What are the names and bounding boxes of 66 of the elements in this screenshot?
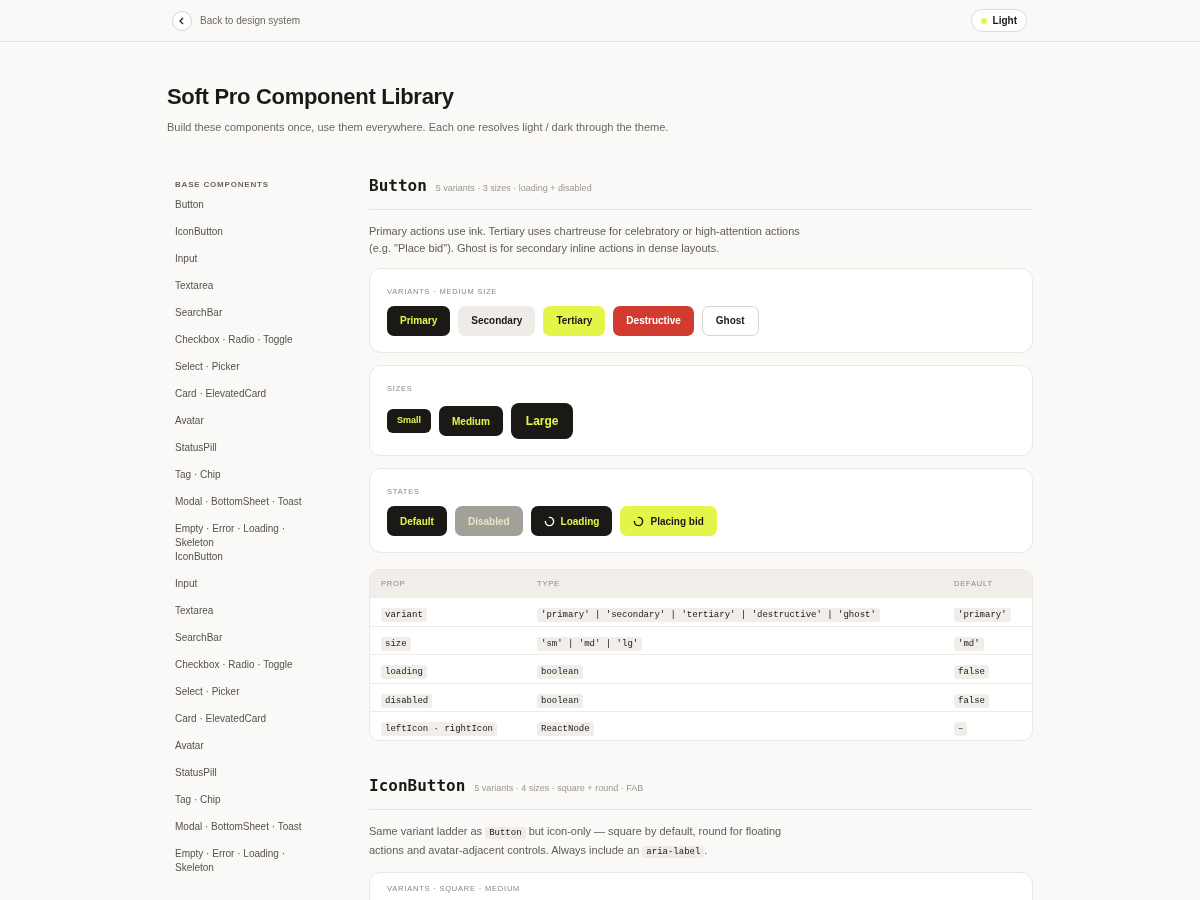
sidebar-item[interactable]: Checkbox · Radio · Toggle	[175, 657, 293, 672]
table-cell: size	[381, 636, 411, 651]
page-title: Soft Pro Component Library	[167, 83, 455, 111]
sidebar-item[interactable]: IconButton	[175, 549, 223, 564]
sidebar-item[interactable]: Modal · BottomSheet · Toast	[175, 819, 302, 834]
table-cell: –	[954, 722, 968, 736]
sidebar-item[interactable]: SearchBar	[175, 630, 223, 645]
button[interactable]: Placing bid	[620, 506, 717, 537]
table-cell: loading	[381, 665, 427, 679]
button[interactable]: Tertiary	[543, 305, 606, 336]
sidebar-item[interactable]: Select · Picker	[175, 684, 240, 699]
spinner-icon	[633, 515, 645, 527]
table-cell: boolean	[537, 665, 583, 679]
sidebar-item[interactable]: Input	[175, 251, 198, 266]
button[interactable]: Loading	[530, 506, 613, 537]
section-meta: 5 variants · 4 sizes · square + round · FAB	[474, 781, 644, 795]
section-description: Same variant ladder as Button but icon-only — square by default, round for floating actions and avatar-adjacent controls. Always include an aria-label .	[369, 823, 783, 860]
button[interactable]: Medium	[439, 406, 503, 436]
table-cell: 'md'	[954, 636, 984, 651]
sidebar-item[interactable]: Tag · Chip	[175, 467, 221, 482]
sidebar-item[interactable]: Modal · BottomSheet · Toast	[175, 494, 302, 509]
sidebar-item[interactable]: Tag · Chip	[175, 792, 221, 807]
back-button[interactable]	[172, 10, 192, 31]
sidebar-item[interactable]: Card · ElevatedCard	[175, 386, 267, 401]
section-title: Button	[369, 174, 427, 197]
sidebar-item[interactable]: Checkbox · Radio · Toggle	[175, 332, 293, 347]
sidebar-item[interactable]: Input	[175, 576, 198, 591]
sidebar-item[interactable]: Card · ElevatedCard	[175, 711, 267, 726]
button[interactable]: Destructive	[613, 305, 694, 336]
button[interactable]: Secondary	[458, 305, 536, 336]
sidebar-item[interactable]: Empty · Error · Loading · Skeleton	[175, 521, 305, 550]
table-cell: 'primary'	[954, 608, 1011, 622]
sidebar-item[interactable]: Empty · Error · Loading · Skeleton	[175, 846, 305, 875]
section-description: Primary actions use ink. Tertiary uses chartreuse for celebratory or high-attention actions (e.g. "Place bid"). Ghost is for secondary inline actions in dense layouts.	[369, 223, 801, 256]
back-link[interactable]: Back to design system	[200, 13, 301, 28]
button[interactable]: Primary	[387, 305, 451, 336]
table-cell: false	[954, 665, 989, 679]
table-cell: 'primary' | 'secondary' | 'tertiary' | 'destructive' | 'ghost'	[537, 608, 880, 622]
sidebar-item[interactable]: StatusPill	[175, 765, 217, 780]
sidebar-item[interactable]: Avatar	[175, 738, 204, 753]
table-cell: false	[954, 693, 989, 708]
button[interactable]: Small	[387, 409, 431, 433]
sidebar-item[interactable]: Textarea	[175, 603, 214, 618]
page-subtitle: Build these components once, use them everywhere. Each one resolves light / dark through the theme.	[167, 120, 670, 135]
table-cell: disabled	[381, 693, 433, 708]
table-cell: ReactNode	[537, 722, 594, 736]
spinner-icon	[543, 515, 555, 527]
theme-toggle[interactable]: Light	[970, 9, 1027, 32]
sidebar-heading: BASE COMPONENTS	[175, 178, 270, 191]
sidebar-item[interactable]: Textarea	[175, 278, 214, 293]
button[interactable]: Large	[510, 403, 574, 439]
button[interactable]: Ghost	[701, 305, 759, 336]
sidebar-item[interactable]: SearchBar	[175, 305, 223, 320]
sidebar-item[interactable]: Button	[175, 197, 204, 212]
chevron-left-icon	[178, 16, 186, 25]
section-title: IconButton	[369, 774, 466, 797]
sidebar-item[interactable]: Select · Picker	[175, 359, 240, 374]
sidebar-item[interactable]: StatusPill	[175, 440, 217, 455]
table-cell: boolean	[537, 693, 583, 708]
table-cell: 'sm' | 'md' | 'lg'	[537, 636, 643, 651]
button[interactable]: Default	[387, 506, 447, 537]
table-cell: variant	[381, 608, 427, 622]
sidebar-item[interactable]: IconButton	[175, 224, 223, 239]
section-meta: 5 variants · 3 sizes · loading + disabled	[435, 181, 592, 195]
sidebar-item[interactable]: Avatar	[175, 413, 204, 428]
table-cell: leftIcon · rightIcon	[381, 722, 498, 736]
